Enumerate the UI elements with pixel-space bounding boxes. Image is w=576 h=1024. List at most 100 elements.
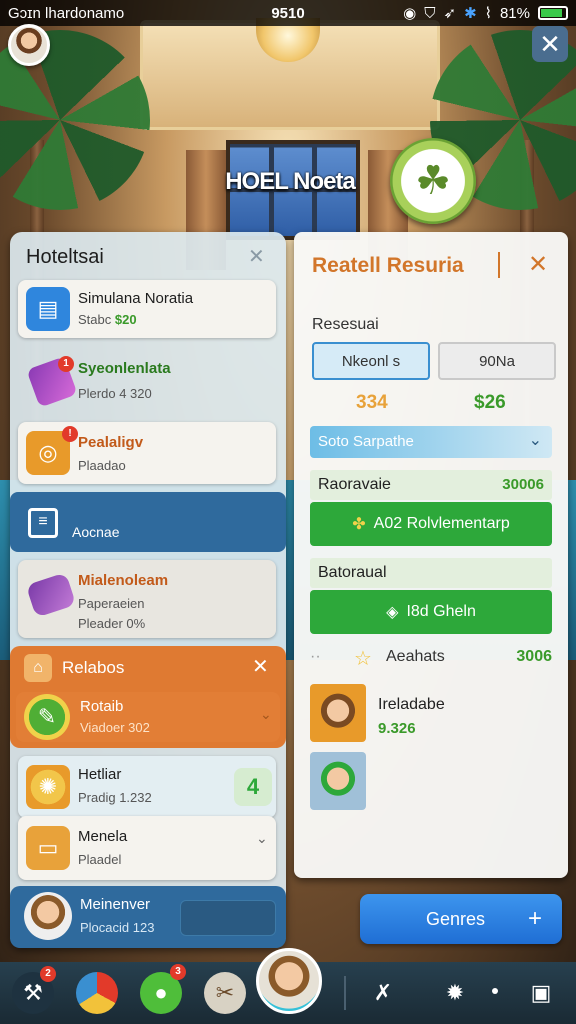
tools-icon[interactable]: ✂ <box>204 972 246 1014</box>
close-icon[interactable]: ✕ <box>528 250 548 279</box>
chat-icon: ▤ <box>26 287 70 331</box>
action-slot[interactable] <box>180 900 276 936</box>
location-icon: ➶ <box>443 5 457 22</box>
battery-icon <box>538 6 568 20</box>
briefcase-icon[interactable]: ▣ <box>520 972 562 1014</box>
title-separator <box>498 252 500 278</box>
list-item-highlighted[interactable]: ≡ Aocnae <box>10 492 286 552</box>
confirm-button[interactable]: ◈ I8d Gheln <box>310 590 552 634</box>
star-icon: ☆ <box>354 648 372 670</box>
close-icon[interactable]: ✕ <box>248 244 265 269</box>
item-sub: Stabc $20 <box>78 312 137 327</box>
achievements-value: 3006 <box>516 648 552 665</box>
list-item[interactable]: ▭ Menela Plaadel ⌄ <box>18 816 276 880</box>
item-sub: Viadoer 302 <box>80 720 150 735</box>
item-sub: Plaadao <box>78 458 126 473</box>
item-sub: Pradig 1.232 <box>78 790 152 805</box>
character-value: 9.326 <box>378 720 416 737</box>
genres-button[interactable]: Genres + <box>360 894 562 944</box>
relabos-section: ⌂ Relabos ✕ ✎ Rotaib Viadoer 302 ⌄ <box>10 646 286 748</box>
hotel-list-panel: Hoteltsai ✕ ▤ Simulana Noratia Stabc $20… <box>10 232 286 948</box>
item-sub: Plocacid 123 <box>80 920 155 935</box>
list-item[interactable]: Mialenoleam Paperaeien Pleader 0% <box>18 560 276 638</box>
bluetooth-icon: ✱ <box>464 5 477 22</box>
list-item[interactable]: ◎ ! Pealaligv Plaadao <box>18 422 276 484</box>
item-title: Rotaib <box>80 698 124 715</box>
price-1: 334 <box>356 392 388 413</box>
tab-segment-1[interactable]: Nkeonl s <box>312 342 430 380</box>
gear-icon: ✺ <box>26 765 70 809</box>
achievements-label: Aeahats <box>386 648 445 665</box>
item-title: Menela <box>78 828 128 845</box>
more-icon: ·· <box>310 648 321 665</box>
item-title: Aocnae <box>72 524 120 540</box>
dropdown-label: Soto Sarpathe <box>318 433 414 450</box>
sort-dropdown[interactable]: Soto Sarpathe ⌄ <box>310 426 552 458</box>
hotel-logo-icon[interactable]: ☘ <box>390 138 476 224</box>
price-2: $26 <box>474 392 506 413</box>
dot-indicator <box>492 988 498 994</box>
tv-icon: ▭ <box>26 826 70 870</box>
hotel-name: HOEL Noeta <box>225 168 356 195</box>
row-label: Raoravaie <box>318 476 391 493</box>
battery-percent: 81% <box>499 4 530 22</box>
close-icon[interactable]: ✕ <box>532 26 568 62</box>
chevron-down-icon: ⌄ <box>528 432 542 449</box>
badge-icon: ◈ <box>386 604 399 621</box>
panel-title: Reatell Resuria <box>312 254 464 277</box>
shield-icon: ⛉ <box>424 4 436 22</box>
player-row[interactable]: Meinenver Plocacid 123 <box>10 886 286 948</box>
info-row: Batoraual <box>310 558 552 588</box>
item-sub: Pleader 0% <box>78 616 146 631</box>
item-title: Simulana Noratia <box>78 290 194 307</box>
bottom-nav: ⚒ 2 ● 3 ✂ ✗ ✹ ▣ <box>0 948 576 1024</box>
item-sub: Plerdo 4 320 <box>78 386 152 401</box>
profile-avatar[interactable] <box>256 948 322 1014</box>
crossed-tools-icon[interactable]: ✗ <box>362 972 404 1014</box>
item-title: Syeonlenlata <box>78 360 171 377</box>
row-label: Batoraual <box>318 564 387 581</box>
panel-title: Hoteltsai <box>26 246 104 268</box>
reservation-panel: Reatell Resuria ✕ Resesuai Nkeonl s 90Na… <box>294 232 568 878</box>
character-portrait[interactable] <box>310 684 366 742</box>
reserve-button[interactable]: ✤ A02 Rolvlementarp <box>310 502 552 546</box>
list-item[interactable]: ▤ Simulana Noratia Stabc $20 <box>18 280 276 338</box>
button-label: I8d Gheln <box>406 603 476 620</box>
close-icon[interactable]: ✕ <box>252 654 269 679</box>
eye-icon: ◉ <box>403 5 417 22</box>
list-item[interactable]: ✺ Hetliar Pradig 1.232 4 <box>18 756 276 818</box>
chevron-down-icon[interactable]: ⌄ <box>256 830 268 847</box>
notification-badge: 1 <box>58 356 74 372</box>
clipboard-icon: ≡ <box>28 508 58 538</box>
row-value: 30006 <box>502 476 544 493</box>
list-item[interactable]: 1 Syeonlenlata Plerdo 4 320 <box>18 352 276 412</box>
section-title: Relabos <box>62 658 125 677</box>
notification-badge: 2 <box>40 966 56 982</box>
carrier-label: Gɔɪn lhardonamo <box>8 4 125 22</box>
player-avatar[interactable] <box>8 24 50 66</box>
settings-icon[interactable]: ✹ <box>434 972 476 1014</box>
chevron-down-icon[interactable]: ⌄ <box>260 706 272 723</box>
level-badge: 4 <box>234 768 272 806</box>
status-icons: ◉ ⛉ ➶ ✱ ⌇ 81% <box>403 4 568 22</box>
tab-segment-2[interactable]: 90Na <box>438 342 556 380</box>
building-icon: ⌂ <box>24 654 52 682</box>
item-title: Hetliar <box>78 766 122 783</box>
info-row: Raoravaie 30006 <box>310 470 552 500</box>
plus-icon: + <box>528 905 543 932</box>
button-label: A02 Rolvlementarp <box>373 515 510 532</box>
notification-badge: 3 <box>170 964 186 980</box>
item-title: Meinenver <box>80 896 151 913</box>
character-avatar <box>24 892 72 940</box>
list-item[interactable]: ✎ Rotaib Viadoer 302 ⌄ <box>16 692 280 742</box>
color-wheel-icon[interactable] <box>76 972 118 1014</box>
item-sub: Paperaeien <box>78 596 145 611</box>
item-title: Mialenoleam <box>78 572 169 589</box>
button-label: Genres <box>426 908 486 929</box>
divider <box>344 976 346 1010</box>
wifi-icon: ⌇ <box>484 5 492 22</box>
puzzle-icon: ✤ <box>352 516 366 533</box>
character-portrait[interactable] <box>310 752 366 810</box>
item-title: Pealaligv <box>78 434 144 451</box>
achievements-row[interactable]: ·· ☆ Aeahats 3006 <box>310 648 552 674</box>
